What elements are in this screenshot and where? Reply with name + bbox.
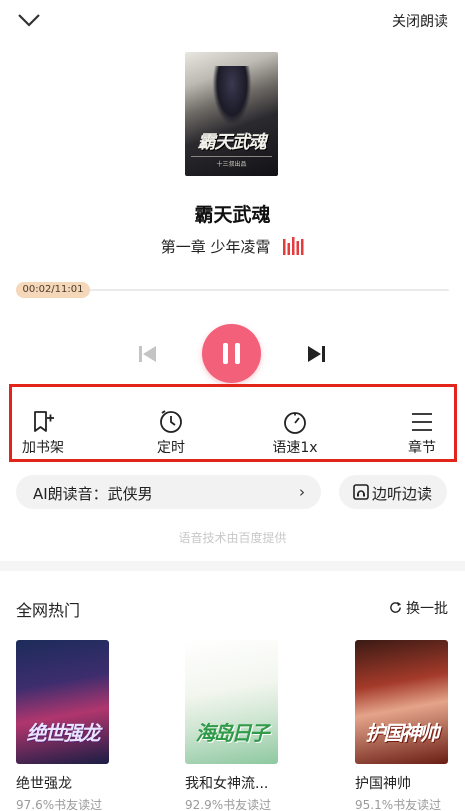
timer-label: 定时: [157, 440, 185, 456]
previous-chapter-icon[interactable]: [137, 343, 159, 365]
refresh-button[interactable]: 换一批: [389, 598, 448, 618]
refresh-icon: [390, 601, 402, 613]
ai-voice-selector[interactable]: AI朗读音：武侠男 ›: [16, 475, 321, 509]
chapter-info: 第一章 少年凌霄: [0, 236, 465, 257]
book-cover-image: 护国神帅: [355, 640, 448, 764]
listen-read-icon: [353, 484, 369, 500]
listen-and-read-label: 边听边读: [372, 485, 433, 503]
book-title: 霸天武魂: [194, 204, 271, 226]
hot-book-read-rate: 92.9%书友读过: [185, 798, 272, 811]
timer-button[interactable]: 定时: [136, 387, 206, 459]
hot-book-title: 我和女神流...: [185, 776, 269, 792]
hot-book-read-rate: 95.1%书友读过: [355, 798, 442, 811]
cover-art-title: 绝世强龙: [26, 721, 101, 745]
audio-wave-icon: [283, 237, 304, 255]
next-chapter-icon[interactable]: [305, 343, 327, 365]
cover-art-title: 护国神帅: [365, 721, 440, 745]
book-cover-image: 海岛日子: [185, 640, 278, 764]
chevron-down-icon[interactable]: [16, 10, 42, 30]
cover-art-title: 海岛日子: [195, 721, 270, 745]
book-cover-image: 绝世强龙: [16, 640, 109, 764]
pause-button[interactable]: [202, 324, 261, 383]
hot-book-read-rate: 97.6%书友读过: [16, 798, 103, 811]
menu-icon: [412, 413, 432, 431]
hot-section-title: 全网热门: [16, 601, 81, 620]
chapters-label: 章节: [408, 440, 436, 456]
section-divider: [0, 561, 465, 571]
chapter-title: 第一章 少年凌霄: [160, 238, 271, 256]
hot-book-card[interactable]: 海岛日子 我和女神流... 92.9%书友读过: [185, 640, 278, 811]
hot-book-card[interactable]: 绝世强龙 绝世强龙 97.6%书友读过: [16, 640, 109, 811]
book-cover: 霸天武魂 十三叔出品: [185, 52, 278, 176]
cover-art-author: 十三叔出品: [191, 156, 272, 168]
clock-icon: [160, 410, 182, 433]
speed-label: 语速1x: [272, 440, 318, 456]
add-to-shelf-label: 加书架: [22, 440, 64, 456]
bookmark-add-icon: [34, 411, 54, 432]
progress-time-handle[interactable]: 00:02/11:01: [16, 282, 90, 298]
close-read-aloud-button[interactable]: 关闭朗读: [392, 11, 448, 31]
add-to-shelf-button[interactable]: 加书架: [8, 387, 78, 459]
top-bar: 关闭朗读: [0, 0, 465, 40]
hot-book-title: 绝世强龙: [16, 776, 72, 792]
hot-book-card[interactable]: 护国神帅 护国神帅 95.1%书友读过: [355, 640, 448, 811]
controls-highlight-box: 加书架 定时 语速1x 章节: [9, 384, 457, 462]
speed-button[interactable]: 语速1x: [260, 387, 330, 459]
hot-book-title: 护国神帅: [355, 776, 411, 792]
cover-art-title: 霸天武魂: [197, 132, 267, 153]
ai-voice-label: AI朗读音：武侠男: [33, 485, 153, 503]
chevron-right-icon: ›: [299, 483, 305, 501]
speedometer-icon: [284, 412, 306, 434]
chapters-button[interactable]: 章节: [387, 387, 457, 459]
provider-note: 语音技术由百度提供: [178, 531, 287, 545]
listen-and-read-button[interactable]: 边听边读: [339, 475, 447, 509]
refresh-label: 换一批: [406, 601, 448, 617]
